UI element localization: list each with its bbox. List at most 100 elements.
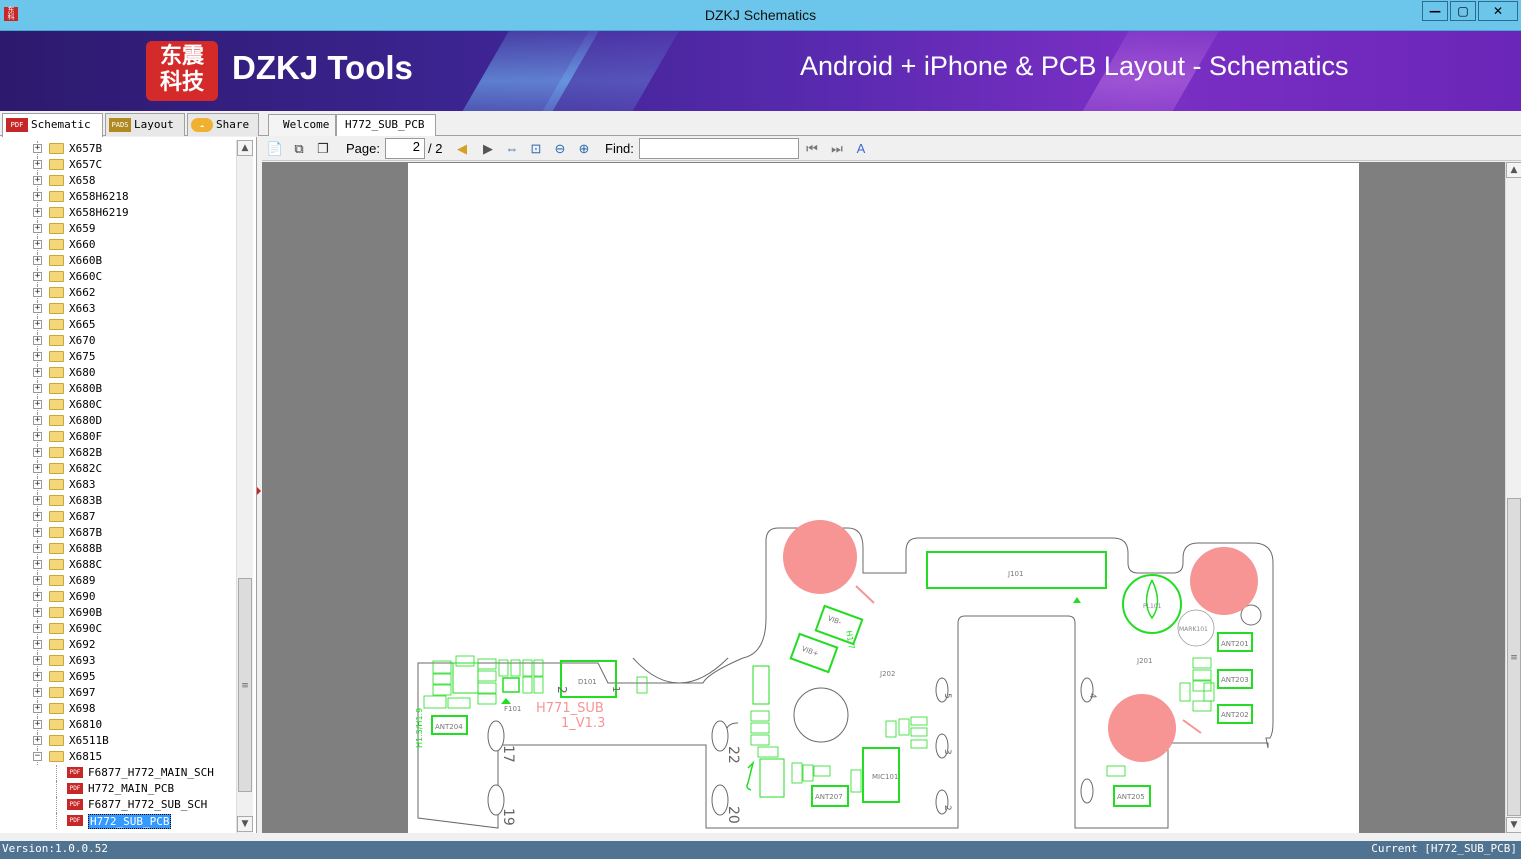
tree-folder-item[interactable]: + X660B (0, 253, 236, 269)
expand-icon[interactable]: + (33, 272, 42, 281)
tree-folder-item[interactable]: + X660 (0, 237, 236, 253)
tree-folder-item[interactable]: + X680C (0, 397, 236, 413)
find-prev-icon[interactable]: ⏮ (803, 140, 821, 158)
expand-icon[interactable]: + (33, 480, 42, 489)
expand-icon[interactable]: + (33, 400, 42, 409)
tree-folder-item[interactable]: + X682C (0, 461, 236, 477)
expand-icon[interactable]: + (33, 176, 42, 185)
tree-folder-item[interactable]: + X680F (0, 429, 236, 445)
expand-icon[interactable]: + (33, 576, 42, 585)
find-next-icon[interactable]: ⏭ (828, 140, 846, 158)
tree-folder-item[interactable]: + X697 (0, 685, 236, 701)
tree-folder-item[interactable]: + X658 (0, 173, 236, 189)
document-viewer[interactable]: J101 J201 J202 D101 MIC101 ANT201 ANT202… (262, 162, 1507, 833)
fit-width-icon[interactable]: ⇔ (503, 140, 521, 158)
tree-folder-item[interactable]: + X692 (0, 637, 236, 653)
expand-icon[interactable]: + (33, 528, 42, 537)
expand-icon[interactable]: + (33, 688, 42, 697)
tree-folder-item[interactable]: + X682B (0, 445, 236, 461)
tree-file-item[interactable]: PDF F6877_H772_MAIN_SCH (0, 765, 236, 781)
tree-folder-item[interactable]: − X6815 (0, 749, 236, 765)
tree-folder-item[interactable]: + X660C (0, 269, 236, 285)
expand-icon[interactable]: + (33, 464, 42, 473)
collapse-arrow-icon[interactable] (257, 487, 261, 495)
expand-icon[interactable]: + (33, 304, 42, 313)
tree-folder-item[interactable]: + X683B (0, 493, 236, 509)
zoom-in-icon[interactable]: ⊕ (575, 140, 593, 158)
scroll-up-icon[interactable]: ▲ (1506, 162, 1521, 178)
scroll-up-icon[interactable]: ▲ (237, 140, 253, 156)
expand-icon[interactable]: + (33, 672, 42, 681)
tree-folder-item[interactable]: + X693 (0, 653, 236, 669)
find-input[interactable] (639, 138, 799, 159)
tree-file-item[interactable]: PDF F6877_H772_SUB_SCH (0, 797, 236, 813)
expand-icon[interactable]: + (33, 624, 42, 633)
scroll-down-icon[interactable]: ▼ (1506, 817, 1521, 833)
tree-folder-item[interactable]: + X658H6218 (0, 189, 236, 205)
expand-icon[interactable]: + (33, 224, 42, 233)
expand-icon[interactable]: + (33, 384, 42, 393)
expand-icon[interactable]: + (33, 592, 42, 601)
next-page-icon[interactable]: ▶ (479, 140, 497, 158)
tree-folder-item[interactable]: + X680D (0, 413, 236, 429)
tree-folder-item[interactable]: + X690 (0, 589, 236, 605)
tree-folder-item[interactable]: + X683 (0, 477, 236, 493)
tab-schematic[interactable]: PDF Schematic (2, 113, 103, 137)
tree-folder-item[interactable]: + X680 (0, 365, 236, 381)
expand-icon[interactable]: + (33, 208, 42, 217)
tree-folder-item[interactable]: + X687B (0, 525, 236, 541)
expand-icon[interactable]: + (33, 736, 42, 745)
tree-file-item[interactable]: PDF H772_MAIN_PCB (0, 781, 236, 797)
close-button[interactable]: ✕ (1478, 1, 1518, 21)
viewer-scrollbar[interactable]: ▲ ≡ ▼ (1505, 162, 1521, 833)
scroll-thumb[interactable]: ≡ (238, 578, 252, 792)
tree-folder-item[interactable]: + X658H6219 (0, 205, 236, 221)
tree-folder-item[interactable]: + X6511B (0, 733, 236, 749)
tree-folder-item[interactable]: + X657C (0, 157, 236, 173)
expand-icon[interactable]: + (33, 192, 42, 201)
collapse-icon[interactable]: − (33, 752, 42, 761)
viewer-scroll-thumb[interactable]: ≡ (1507, 498, 1521, 816)
tree-folder-item[interactable]: + X687 (0, 509, 236, 525)
tree-folder-item[interactable]: + X670 (0, 333, 236, 349)
prev-page-icon[interactable]: ◀ (453, 140, 471, 158)
tab-welcome[interactable]: Welcome (268, 114, 336, 136)
tab-share[interactable]: ☁ Share (187, 113, 259, 136)
highlight-text-icon[interactable]: A (852, 140, 870, 158)
copy-icon[interactable]: ⧉ (290, 140, 308, 158)
maximize-button[interactable]: ▢ (1450, 1, 1476, 21)
tree-folder-item[interactable]: + X665 (0, 317, 236, 333)
open-document-icon[interactable]: 📄 (266, 140, 284, 158)
expand-icon[interactable]: + (33, 416, 42, 425)
expand-icon[interactable]: + (33, 544, 42, 553)
expand-icon[interactable]: + (33, 144, 42, 153)
expand-icon[interactable]: + (33, 656, 42, 665)
tree-file-item[interactable]: PDF H772_SUB_PCB (0, 813, 236, 829)
tree-folder-item[interactable]: + X675 (0, 349, 236, 365)
expand-icon[interactable]: + (33, 720, 42, 729)
minimize-button[interactable]: — (1422, 1, 1448, 21)
tree-folder-item[interactable]: + X688B (0, 541, 236, 557)
tree-folder-item[interactable]: + X688C (0, 557, 236, 573)
tree-folder-item[interactable]: + X689 (0, 573, 236, 589)
tree-folder-item[interactable]: + X657B (0, 141, 236, 157)
scroll-down-icon[interactable]: ▼ (237, 816, 253, 832)
tab-h772-sub-pcb[interactable]: H772_SUB_PCB✕ (336, 114, 436, 152)
expand-icon[interactable]: + (33, 352, 42, 361)
expand-icon[interactable]: + (33, 608, 42, 617)
expand-icon[interactable]: + (33, 288, 42, 297)
expand-icon[interactable]: + (33, 512, 42, 521)
expand-icon[interactable]: + (33, 240, 42, 249)
expand-icon[interactable]: + (33, 704, 42, 713)
tree-scrollbar[interactable]: ▲ ≡ ▼ (236, 140, 253, 833)
fit-page-icon[interactable]: ⊡ (527, 140, 545, 158)
expand-icon[interactable]: + (33, 560, 42, 569)
tree-folder-item[interactable]: + X680B (0, 381, 236, 397)
expand-icon[interactable]: + (33, 320, 42, 329)
expand-icon[interactable]: + (33, 160, 42, 169)
tree-folder-item[interactable]: + X698 (0, 701, 236, 717)
expand-icon[interactable]: + (33, 432, 42, 441)
tree-folder-item[interactable]: + X659 (0, 221, 236, 237)
tree-folder-item[interactable]: + X663 (0, 301, 236, 317)
tree-folder-item[interactable]: + X690B (0, 605, 236, 621)
